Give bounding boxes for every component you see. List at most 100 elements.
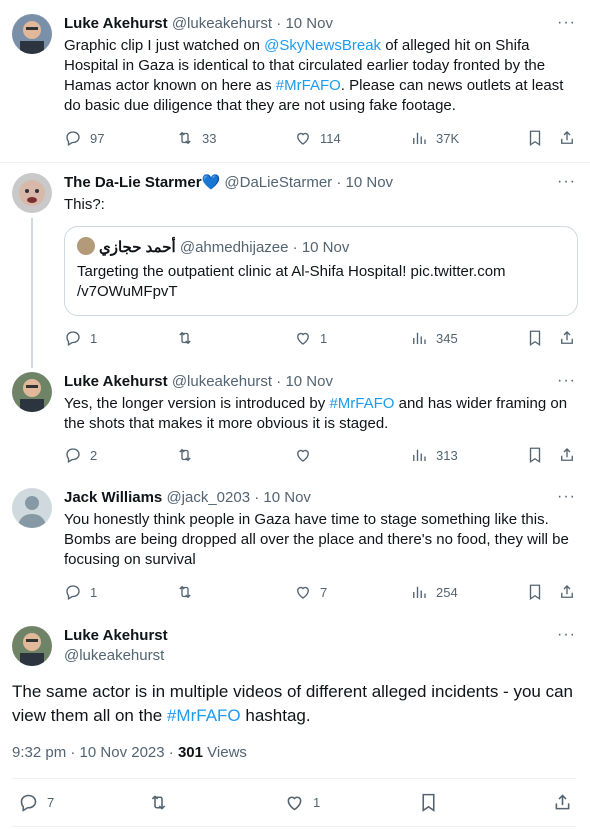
author-handle[interactable]: @DaLieStarmer xyxy=(224,174,332,191)
separator: · xyxy=(272,373,286,390)
divider xyxy=(12,826,576,827)
retweet-button[interactable]: 33 xyxy=(176,129,216,147)
author-name[interactable]: The Da-Lie Starmer xyxy=(64,174,202,191)
author-name[interactable]: Luke Akehurst xyxy=(64,373,168,390)
blue-heart-emoji: 💙 xyxy=(201,174,221,191)
like-icon xyxy=(294,329,312,347)
retweet-icon xyxy=(148,792,169,813)
tweet-3[interactable]: Luke Akehurst @lukeakehurst · 10 Nov Yes… xyxy=(0,362,590,480)
separator: · xyxy=(288,239,302,256)
like-icon xyxy=(294,583,312,601)
main-tweet: Luke Akehurst @lukeakehurst ··· The same… xyxy=(0,614,590,830)
tweet-text: You honestly think people in Gaza have t… xyxy=(64,511,569,568)
bookmark-icon xyxy=(526,329,544,347)
quote-author-name: أحمد حجازي xyxy=(99,239,176,256)
more-icon[interactable]: ··· xyxy=(557,173,576,191)
avatar[interactable] xyxy=(12,626,52,666)
views-icon xyxy=(410,446,428,464)
retweet-button[interactable] xyxy=(176,446,202,464)
author-handle[interactable]: @lukeakehurst xyxy=(64,647,164,664)
tweet-date[interactable]: 10 Nov xyxy=(346,174,394,191)
author-name[interactable]: Luke Akehurst xyxy=(64,15,168,32)
retweet-button[interactable] xyxy=(176,329,202,347)
author-handle[interactable]: @jack_0203 xyxy=(166,489,250,506)
thread-line xyxy=(31,218,33,368)
views-count: 301 xyxy=(177,744,203,761)
quote-author-handle: @ahmedhijazee xyxy=(179,239,289,256)
reply-icon xyxy=(64,446,82,464)
more-icon[interactable]: ··· xyxy=(557,626,576,644)
author-name[interactable]: Jack Williams xyxy=(64,489,162,506)
avatar[interactable] xyxy=(12,173,52,213)
tweet-1[interactable]: Luke Akehurst @lukeakehurst · 10 Nov Gra… xyxy=(0,0,590,160)
separator: · xyxy=(332,174,346,191)
author-handle[interactable]: @lukeakehurst xyxy=(172,373,272,390)
divider xyxy=(12,778,576,779)
tweet-full-date[interactable]: 10 Nov 2023 xyxy=(80,744,165,761)
share-icon xyxy=(558,446,576,464)
reply-button[interactable]: 97 xyxy=(64,129,104,147)
like-icon xyxy=(284,792,305,813)
bookmark-button[interactable] xyxy=(526,129,544,147)
share-button[interactable] xyxy=(558,583,576,601)
views-button[interactable]: 345 xyxy=(410,329,458,347)
tweet-text: Yes, the longer version is introduced by… xyxy=(64,395,568,432)
hashtag-link[interactable]: #MrFAFO xyxy=(276,77,341,94)
tweet-date[interactable]: 10 Nov xyxy=(285,373,333,390)
separator: · xyxy=(66,744,80,761)
retweet-button[interactable] xyxy=(148,792,169,813)
like-icon xyxy=(294,446,312,464)
retweet-button[interactable] xyxy=(176,583,202,601)
reply-button[interactable]: 2 xyxy=(64,446,97,464)
quoted-tweet[interactable]: أحمد حجازي @ahmedhijazee · 10 Nov Target… xyxy=(64,226,578,316)
separator: · xyxy=(164,744,178,761)
tweet-date[interactable]: 10 Nov xyxy=(263,489,311,506)
views-button[interactable]: 37K xyxy=(410,129,459,147)
avatar[interactable] xyxy=(12,372,52,412)
tweet-meta: 9:32 pm · 10 Nov 2023 · 301 Views xyxy=(12,744,247,761)
share-icon xyxy=(558,329,576,347)
reply-button[interactable]: 1 xyxy=(64,583,97,601)
tweet-4[interactable]: Jack Williams @jack_0203 · 10 Nov You ho… xyxy=(0,480,590,614)
share-icon xyxy=(558,129,576,147)
tweet-text: Graphic clip I just watched on @SkyNewsB… xyxy=(64,37,564,114)
bookmark-button[interactable] xyxy=(526,446,544,464)
more-icon[interactable]: ··· xyxy=(557,14,576,32)
like-button[interactable]: 1 xyxy=(294,329,327,347)
bookmark-button[interactable] xyxy=(418,792,439,813)
hashtag-link[interactable]: #MrFAFO xyxy=(329,395,394,412)
quote-date: 10 Nov xyxy=(301,239,350,256)
avatar[interactable] xyxy=(12,14,52,54)
like-button[interactable]: 7 xyxy=(294,583,327,601)
reply-button[interactable]: 7 xyxy=(18,792,54,813)
share-icon xyxy=(552,792,573,813)
views-button[interactable]: 254 xyxy=(410,583,458,601)
separator: · xyxy=(250,489,264,506)
share-button[interactable] xyxy=(558,446,576,464)
more-icon[interactable]: ··· xyxy=(557,372,576,390)
reply-icon xyxy=(18,792,39,813)
tweet-2[interactable]: The Da-Lie Starmer💙 @DaLieStarmer · 10 N… xyxy=(0,163,590,358)
author-handle[interactable]: @lukeakehurst xyxy=(172,15,272,32)
views-icon xyxy=(410,329,428,347)
retweet-icon xyxy=(176,446,194,464)
reply-button[interactable]: 1 xyxy=(64,329,97,347)
more-icon[interactable]: ··· xyxy=(557,488,576,506)
like-button[interactable] xyxy=(294,446,320,464)
bookmark-button[interactable] xyxy=(526,329,544,347)
share-button[interactable] xyxy=(558,329,576,347)
mention-link[interactable]: @SkyNewsBreak xyxy=(264,37,381,54)
like-button[interactable]: 1 xyxy=(284,792,320,813)
share-button[interactable] xyxy=(558,129,576,147)
tweet-text: This?: xyxy=(64,196,105,213)
tweet-date[interactable]: 10 Nov xyxy=(285,15,333,32)
views-button[interactable]: 313 xyxy=(410,446,458,464)
share-button[interactable] xyxy=(552,792,573,813)
avatar[interactable] xyxy=(12,488,52,528)
hashtag-link[interactable]: #MrFAFO xyxy=(167,706,241,725)
bookmark-button[interactable] xyxy=(526,583,544,601)
tweet-time[interactable]: 9:32 pm xyxy=(12,744,66,761)
like-button[interactable]: 114 xyxy=(294,129,341,147)
views-label: Views xyxy=(207,744,247,761)
author-name[interactable]: Luke Akehurst xyxy=(64,627,168,644)
